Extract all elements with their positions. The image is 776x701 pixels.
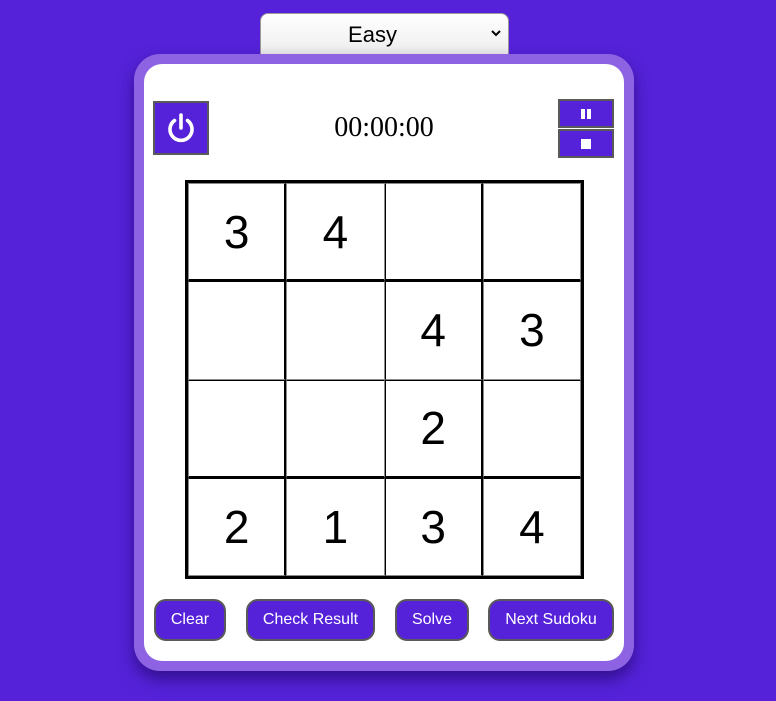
sudoku-cell[interactable]: 2 xyxy=(188,477,287,576)
sudoku-cell[interactable] xyxy=(286,281,385,380)
stop-icon xyxy=(581,138,591,149)
stop-button[interactable] xyxy=(558,129,614,158)
pause-icon xyxy=(581,108,591,119)
sudoku-cell[interactable] xyxy=(286,379,385,478)
power-icon xyxy=(168,113,194,143)
sudoku-cell[interactable]: 3 xyxy=(482,281,581,380)
timer-display: 00:00:00 xyxy=(334,112,434,143)
sudoku-cell[interactable] xyxy=(482,183,581,282)
check-result-button[interactable]: Check Result xyxy=(246,599,375,641)
sudoku-cell[interactable]: 3 xyxy=(188,183,287,282)
pause-button[interactable] xyxy=(558,99,614,128)
sudoku-cell[interactable]: 4 xyxy=(384,281,483,380)
sudoku-cell[interactable] xyxy=(384,183,483,282)
difficulty-select[interactable]: Easy xyxy=(260,13,509,55)
sudoku-cell[interactable] xyxy=(482,379,581,478)
power-button[interactable] xyxy=(153,101,209,155)
sudoku-cell[interactable]: 1 xyxy=(286,477,385,576)
sudoku-cell[interactable]: 4 xyxy=(286,183,385,282)
next-sudoku-button[interactable]: Next Sudoku xyxy=(488,599,614,641)
sudoku-cell[interactable] xyxy=(188,379,287,478)
sudoku-cell[interactable]: 4 xyxy=(482,477,581,576)
sudoku-cell[interactable]: 2 xyxy=(384,379,483,478)
sudoku-board: 3 4 4 3 2 2 1 3 4 xyxy=(185,180,584,579)
clear-button[interactable]: Clear xyxy=(154,599,226,641)
solve-button[interactable]: Solve xyxy=(395,599,469,641)
sudoku-cell[interactable]: 3 xyxy=(384,477,483,576)
sudoku-cell[interactable] xyxy=(188,281,287,380)
